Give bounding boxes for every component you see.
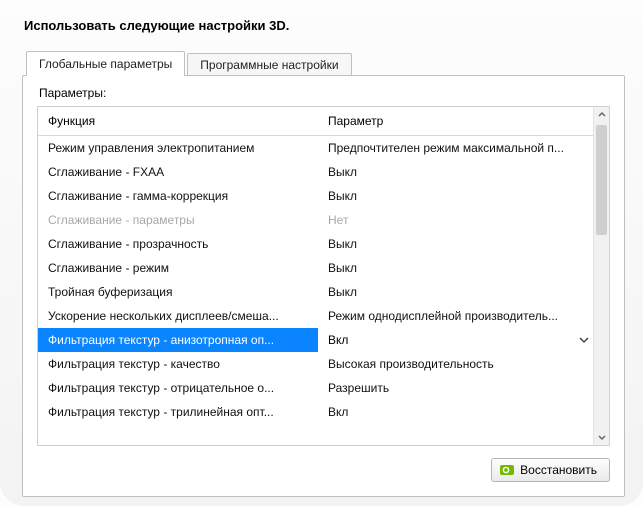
page-title: Использовать следующие настройки 3D. [24, 18, 625, 33]
table-row[interactable]: Тройная буферизацияВыкл [38, 280, 609, 304]
table-row[interactable]: Фильтрация текстур - качествоВысокая про… [38, 352, 609, 376]
row-function[interactable]: Сглаживание - режим [38, 256, 318, 280]
row-function[interactable]: Сглаживание - гамма-коррекция [38, 184, 318, 208]
table-row[interactable]: Сглаживание - параметрыНет [38, 208, 609, 232]
row-value[interactable]: Выкл [318, 280, 609, 304]
header-function[interactable]: Функция [38, 107, 318, 136]
row-value[interactable]: Предпочтителен режим максимальной п... [318, 136, 609, 161]
row-value[interactable]: Вкл [318, 400, 609, 424]
tab-program[interactable]: Программные настройки [187, 53, 351, 76]
row-value[interactable]: Выкл [318, 184, 609, 208]
table-row[interactable]: Фильтрация текстур - трилинейная опт...В… [38, 400, 609, 424]
scroll-thumb[interactable] [596, 125, 607, 235]
table-row[interactable]: Ускорение нескольких дисплеев/смеша...Ре… [38, 304, 609, 328]
table-row[interactable]: Сглаживание - гамма-коррекцияВыкл [38, 184, 609, 208]
table-row[interactable]: Сглаживание - FXAAВыкл [38, 160, 609, 184]
table-row[interactable]: Фильтрация текстур - анизотропная оп...В… [38, 328, 609, 352]
row-value[interactable]: Выкл [318, 160, 609, 184]
row-value[interactable]: Нет [318, 208, 609, 232]
table-row[interactable]: Режим управления электропитаниемПредпочт… [38, 136, 609, 161]
tab-body: Параметры: Функция Параметр Режим управл… [22, 75, 625, 497]
row-function[interactable]: Тройная буферизация [38, 280, 318, 304]
restore-button-label: Восстановить [520, 463, 597, 477]
row-function[interactable]: Фильтрация текстур - отрицательное о... [38, 376, 318, 400]
parameters-label: Параметры: [39, 86, 610, 100]
row-value[interactable]: Высокая производительность [318, 352, 609, 376]
settings-panel: Использовать следующие настройки 3D. Гло… [0, 0, 643, 506]
scroll-up-icon[interactable] [594, 107, 609, 123]
row-function[interactable]: Сглаживание - FXAA [38, 160, 318, 184]
scroll-down-icon[interactable] [594, 429, 609, 445]
footer: Восстановить [37, 458, 610, 482]
tab-bar: Глобальные параметры Программные настрой… [22, 51, 625, 76]
restore-button[interactable]: Восстановить [491, 458, 610, 482]
row-value[interactable]: Выкл [318, 256, 609, 280]
header-parameter[interactable]: Параметр [318, 107, 609, 136]
row-function[interactable]: Фильтрация текстур - анизотропная оп... [38, 328, 318, 352]
tab-global[interactable]: Глобальные параметры [26, 51, 185, 76]
row-function[interactable]: Ускорение нескольких дисплеев/смеша... [38, 304, 318, 328]
row-function[interactable]: Сглаживание - параметры [38, 208, 318, 232]
table-row[interactable]: Фильтрация текстур - отрицательное о...Р… [38, 376, 609, 400]
vertical-scrollbar[interactable] [593, 107, 609, 445]
row-value[interactable]: Вкл [318, 328, 609, 352]
row-function[interactable]: Фильтрация текстур - трилинейная опт... [38, 400, 318, 424]
row-function[interactable]: Фильтрация текстур - качество [38, 352, 318, 376]
row-function[interactable]: Сглаживание - прозрачность [38, 232, 318, 256]
table-row[interactable]: Сглаживание - прозрачностьВыкл [38, 232, 609, 256]
table-row[interactable]: Сглаживание - режимВыкл [38, 256, 609, 280]
row-value[interactable]: Разрешить [318, 376, 609, 400]
settings-grid-wrap: Функция Параметр Режим управления электр… [37, 106, 610, 446]
row-function[interactable]: Режим управления электропитанием [38, 136, 318, 161]
nvidia-icon [500, 463, 514, 477]
chevron-down-icon[interactable] [579, 335, 589, 345]
settings-grid: Функция Параметр Режим управления электр… [38, 107, 609, 424]
row-value[interactable]: Режим однодисплейной производитель... [318, 304, 609, 328]
row-value[interactable]: Выкл [318, 232, 609, 256]
